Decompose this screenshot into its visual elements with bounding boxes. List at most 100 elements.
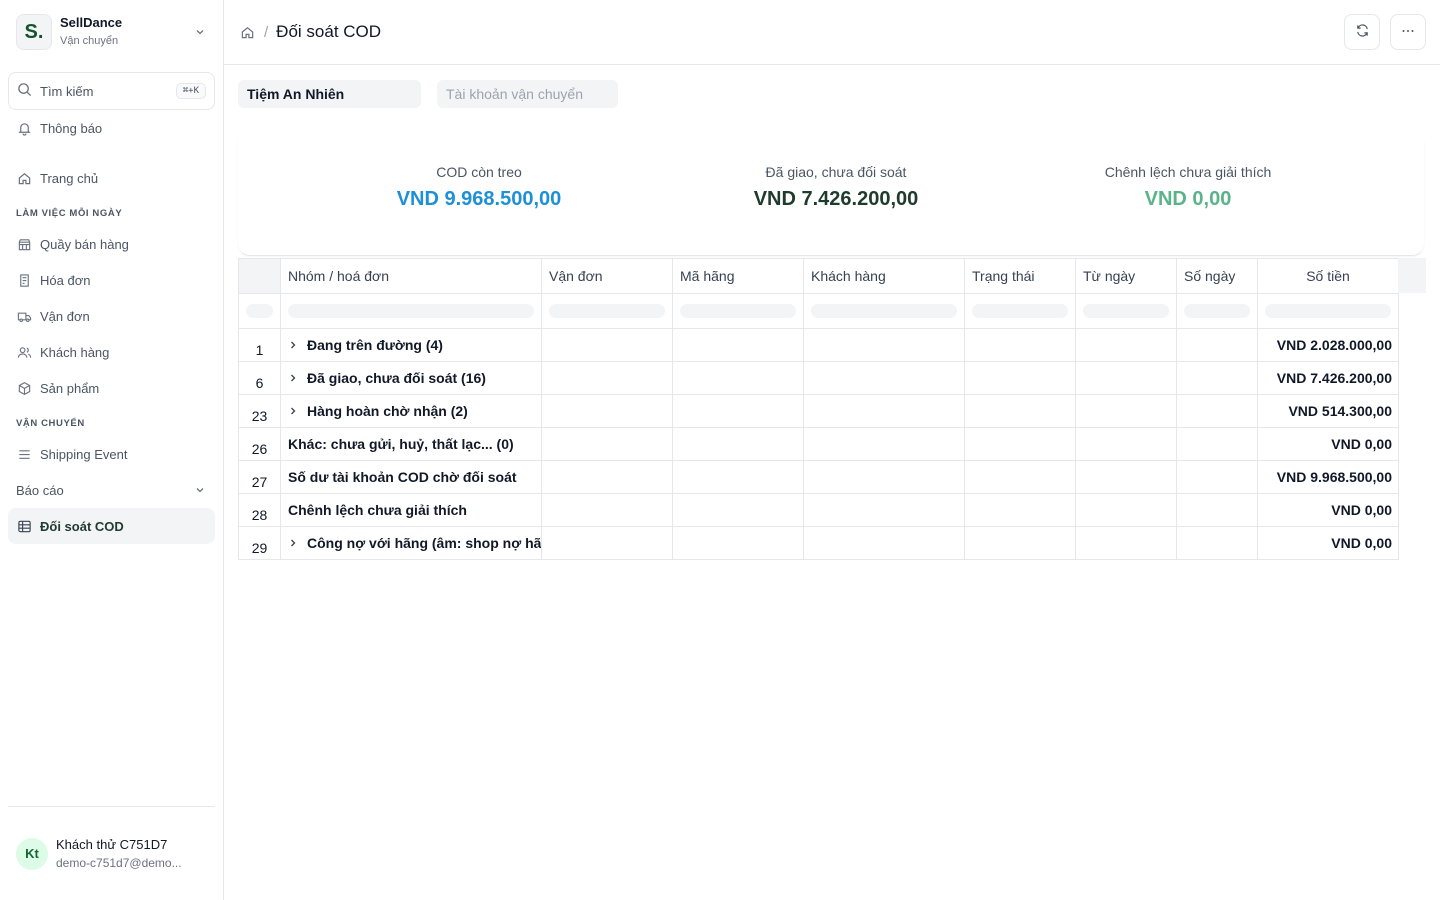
empty-cell[interactable]: [1176, 361, 1258, 395]
row-group-cell[interactable]: Đã giao, chưa đối soát (16): [280, 361, 542, 395]
home-icon[interactable]: [240, 24, 256, 40]
empty-cell[interactable]: [964, 394, 1076, 428]
empty-cell[interactable]: [672, 493, 804, 527]
sidebar-item-home[interactable]: Trang chủ: [8, 160, 215, 196]
empty-cell[interactable]: [1176, 427, 1258, 461]
row-amount[interactable]: VND 0,00: [1257, 493, 1399, 527]
row-amount[interactable]: VND 7.426.200,00: [1257, 361, 1399, 395]
empty-cell[interactable]: [541, 427, 673, 461]
sidebar-item-shipping-event[interactable]: Shipping Event: [8, 436, 215, 472]
row-amount[interactable]: VND 514.300,00: [1257, 394, 1399, 428]
empty-cell[interactable]: [803, 526, 965, 560]
empty-cell[interactable]: [1075, 526, 1177, 560]
empty-cell[interactable]: [541, 361, 673, 395]
shipping-account-select[interactable]: Tài khoản vận chuyển: [437, 80, 618, 108]
chevron-right-icon[interactable]: [288, 370, 300, 386]
empty-cell[interactable]: [1176, 328, 1258, 362]
table-row[interactable]: 27 Số dư tài khoản COD chờ đối soát VND 9.…: [238, 460, 1399, 494]
empty-cell[interactable]: [1075, 328, 1177, 362]
empty-cell[interactable]: [803, 361, 965, 395]
column-header-carrier-code[interactable]: Mã hãng: [672, 258, 804, 294]
table-row[interactable]: 23 Hàng hoàn chờ nhận (2) VND 514.300,00: [238, 394, 1399, 428]
row-group-cell[interactable]: Đang trên đường (4): [280, 328, 542, 362]
filter-input[interactable]: [549, 304, 665, 318]
empty-cell[interactable]: [541, 493, 673, 527]
filter-input[interactable]: [288, 304, 534, 318]
row-amount[interactable]: VND 0,00: [1257, 526, 1399, 560]
chevron-right-icon[interactable]: [288, 403, 300, 419]
sidebar-item-notifications[interactable]: Thông báo: [8, 110, 215, 146]
column-header-days[interactable]: Số ngày: [1176, 258, 1258, 294]
column-header-customer[interactable]: Khách hàng: [803, 258, 965, 294]
workspace-switcher[interactable]: S. SellDance Vận chuyển: [0, 0, 223, 64]
empty-cell[interactable]: [541, 460, 673, 494]
shop-select[interactable]: Tiệm An Nhiên: [238, 80, 421, 108]
empty-cell[interactable]: [1075, 427, 1177, 461]
empty-cell[interactable]: [964, 427, 1076, 461]
empty-cell[interactable]: [672, 460, 804, 494]
table-row[interactable]: 29 Công nợ với hãng (âm: shop nợ hãng) VND…: [238, 526, 1399, 560]
row-amount[interactable]: VND 0,00: [1257, 427, 1399, 461]
table-row[interactable]: 28 Chênh lệch chưa giải thích VND 0,00: [238, 493, 1399, 527]
column-header-waybill[interactable]: Vận đơn: [541, 258, 673, 294]
sidebar-search[interactable]: Tìm kiếm ⌘+K: [8, 72, 215, 110]
empty-cell[interactable]: [672, 361, 804, 395]
user-menu[interactable]: Kt Khách thử C751D7 demo-c751d7@demo...: [8, 806, 215, 900]
empty-cell[interactable]: [541, 394, 673, 428]
empty-cell[interactable]: [1176, 526, 1258, 560]
row-group-cell[interactable]: Chênh lệch chưa giải thích: [280, 493, 542, 527]
row-amount[interactable]: VND 9.968.500,00: [1257, 460, 1399, 494]
sidebar-item-pos[interactable]: Quầy bán hàng: [8, 226, 215, 262]
empty-cell[interactable]: [1176, 460, 1258, 494]
empty-cell[interactable]: [964, 493, 1076, 527]
sidebar-item-products[interactable]: Sản phẩm: [8, 370, 215, 406]
filter-input[interactable]: [1184, 304, 1250, 318]
row-amount[interactable]: VND 2.028.000,00: [1257, 328, 1399, 362]
row-group-cell[interactable]: Số dư tài khoản COD chờ đối soát: [280, 460, 542, 494]
table-row[interactable]: 1 Đang trên đường (4) VND 2.028.000,00: [238, 328, 1399, 362]
row-group-cell[interactable]: Hàng hoàn chờ nhận (2): [280, 394, 542, 428]
empty-cell[interactable]: [672, 394, 804, 428]
empty-cell[interactable]: [964, 526, 1076, 560]
refresh-button[interactable]: [1344, 14, 1380, 50]
empty-cell[interactable]: [964, 460, 1076, 494]
empty-cell[interactable]: [803, 328, 965, 362]
sidebar-item-invoices[interactable]: Hóa đơn: [8, 262, 215, 298]
empty-cell[interactable]: [1176, 394, 1258, 428]
row-group-cell[interactable]: Công nợ với hãng (âm: shop nợ hãng): [280, 526, 542, 560]
empty-cell[interactable]: [1075, 361, 1177, 395]
empty-cell[interactable]: [964, 328, 1076, 362]
sidebar-item-cod-reconcile[interactable]: Đối soát COD: [8, 508, 215, 544]
column-header-index[interactable]: [238, 258, 281, 294]
sidebar-item-waybills[interactable]: Vận đơn: [8, 298, 215, 334]
column-header-amount[interactable]: Số tiền: [1257, 258, 1399, 294]
chevron-right-icon[interactable]: [288, 337, 300, 353]
table-row[interactable]: 6 Đã giao, chưa đối soát (16) VND 7.426.20…: [238, 361, 1399, 395]
empty-cell[interactable]: [541, 328, 673, 362]
row-group-cell[interactable]: Khác: chưa gửi, huỷ, thất lạc... (0): [280, 427, 542, 461]
table-row[interactable]: 26 Khác: chưa gửi, huỷ, thất lạc... (0) VN…: [238, 427, 1399, 461]
more-options-button[interactable]: [1390, 14, 1426, 50]
filter-input[interactable]: [811, 304, 957, 318]
sidebar-item-reports[interactable]: Báo cáo: [8, 472, 215, 508]
empty-cell[interactable]: [1075, 394, 1177, 428]
empty-cell[interactable]: [672, 427, 804, 461]
empty-cell[interactable]: [672, 328, 804, 362]
empty-cell[interactable]: [964, 361, 1076, 395]
empty-cell[interactable]: [1075, 460, 1177, 494]
empty-cell[interactable]: [803, 460, 965, 494]
column-header-group[interactable]: Nhóm / hoá đơn: [280, 258, 542, 294]
empty-cell[interactable]: [803, 427, 965, 461]
chevron-right-icon[interactable]: [288, 535, 300, 551]
empty-cell[interactable]: [1176, 493, 1258, 527]
empty-cell[interactable]: [541, 526, 673, 560]
empty-cell[interactable]: [803, 394, 965, 428]
column-header-from-date[interactable]: Từ ngày: [1075, 258, 1177, 294]
filter-input[interactable]: [1265, 304, 1391, 318]
filter-input[interactable]: [1083, 304, 1169, 318]
filter-input[interactable]: [680, 304, 796, 318]
filter-input[interactable]: [972, 304, 1068, 318]
empty-cell[interactable]: [672, 526, 804, 560]
column-header-status[interactable]: Trạng thái: [964, 258, 1076, 294]
sidebar-item-customers[interactable]: Khách hàng: [8, 334, 215, 370]
